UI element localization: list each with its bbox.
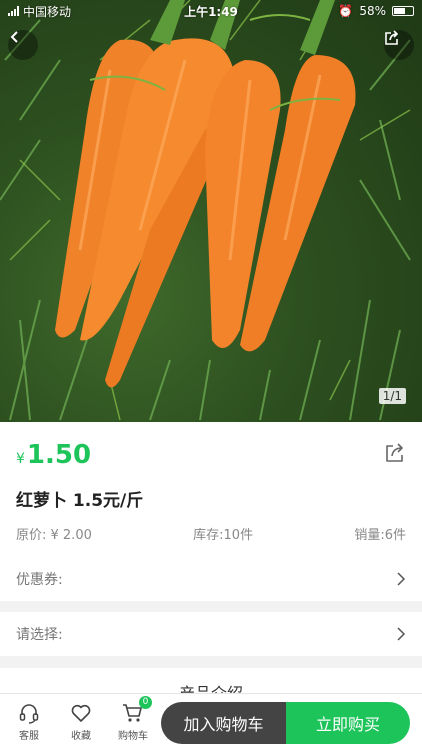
price: ¥ 1.50 <box>16 440 91 470</box>
product-name: 红萝卜 1.5元/斤 <box>16 491 144 511</box>
select-label: 请选择: <box>16 627 63 643</box>
service-label: 客服 <box>19 731 39 742</box>
carrot-photo <box>0 0 411 421</box>
battery-percent: 58% <box>359 4 386 18</box>
cart-button[interactable]: 0 购物车 <box>110 696 156 742</box>
favorite-button[interactable]: 收藏 <box>58 702 104 742</box>
buy-now-button[interactable]: 立即购买 <box>286 702 410 744</box>
cart-label: 购物车 <box>118 731 148 742</box>
carrier-name: 中国移动 <box>23 4 72 19</box>
add-to-cart-button[interactable]: 加入购物车 <box>161 702 286 744</box>
share-button[interactable] <box>384 30 414 60</box>
image-counter: 1/1 <box>378 388 406 404</box>
cart-count-badge: 0 <box>139 696 152 709</box>
price-value: 1.50 <box>26 440 92 470</box>
status-bar: 中国移动 上午1:49 ⏰ 58% <box>0 0 422 22</box>
customer-service-button[interactable]: 客服 <box>6 702 52 742</box>
product-image[interactable]: 中国移动 上午1:49 ⏰ 58% 1/1 <box>0 0 422 422</box>
sales: 销量:6件 <box>354 528 406 543</box>
original-price: 原价: ¥ 2.00 <box>16 528 92 543</box>
back-button[interactable] <box>8 30 38 60</box>
headset-icon <box>19 704 39 724</box>
share-product-button[interactable] <box>384 442 406 468</box>
currency-symbol: ¥ <box>16 451 25 467</box>
bottom-action-bar: 客服 收藏 0 购物车 加入购物车 立即购买 <box>0 693 422 750</box>
coupon-row[interactable]: 优惠券: <box>0 557 422 601</box>
chevron-right-icon <box>397 572 406 586</box>
select-spec-row[interactable]: 请选择: <box>0 612 422 656</box>
chevron-right-icon <box>397 627 406 641</box>
signal-icon <box>8 6 19 16</box>
alarm-icon: ⏰ <box>338 4 354 18</box>
status-time: 上午1:49 <box>184 4 238 19</box>
share-icon <box>385 30 399 45</box>
share-icon <box>386 443 403 462</box>
favorite-label: 收藏 <box>71 731 91 742</box>
coupon-label: 优惠券: <box>16 572 63 588</box>
battery-icon <box>392 6 414 16</box>
heart-icon <box>71 704 91 722</box>
stock: 库存:10件 <box>193 528 254 543</box>
chevron-left-icon <box>10 31 18 43</box>
product-info: ¥ 1.50 红萝卜 1.5元/斤 原价: ¥ 2.00 库存:10件 销量:6… <box>0 422 422 557</box>
